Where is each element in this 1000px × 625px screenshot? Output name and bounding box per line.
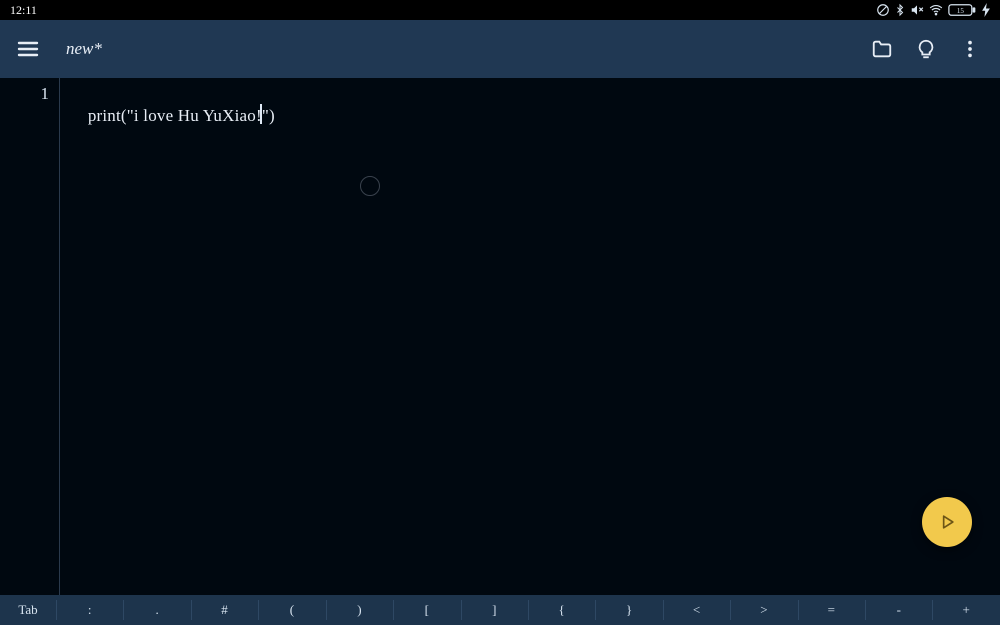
code-editor[interactable]: 1 print("i love Hu YuXiao!") bbox=[0, 78, 1000, 595]
lightbulb-icon bbox=[915, 38, 937, 60]
quick-key-([interactable]: ( bbox=[258, 595, 325, 625]
code-area[interactable]: print("i love Hu YuXiao!") bbox=[60, 78, 1000, 595]
text-caret bbox=[260, 104, 262, 124]
run-button[interactable] bbox=[922, 497, 972, 547]
quick-key-:[interactable]: : bbox=[56, 595, 123, 625]
menu-button[interactable] bbox=[8, 29, 48, 69]
quick-key--[interactable]: - bbox=[865, 595, 932, 625]
quick-key-+[interactable]: + bbox=[932, 595, 999, 625]
battery-icon: 15 bbox=[948, 3, 978, 17]
status-time: 12:11 bbox=[10, 3, 37, 18]
quick-key->[interactable]: > bbox=[730, 595, 797, 625]
battery-percent-text: 15 bbox=[957, 7, 965, 15]
more-vert-icon bbox=[959, 38, 981, 60]
idea-button[interactable] bbox=[904, 27, 948, 71]
app-bar: new* bbox=[0, 20, 1000, 78]
quick-key-[[interactable]: [ bbox=[393, 595, 460, 625]
mute-icon bbox=[910, 3, 924, 17]
quick-key-)[interactable]: ) bbox=[326, 595, 393, 625]
code-line: print("i love Hu YuXiao!") bbox=[88, 106, 275, 125]
nosign-icon bbox=[876, 3, 890, 17]
status-right-cluster: 15 bbox=[876, 3, 990, 17]
touch-indicator bbox=[360, 176, 380, 196]
folder-icon bbox=[871, 38, 893, 60]
quick-key-#[interactable]: # bbox=[191, 595, 258, 625]
status-bar: 12:11 15 bbox=[0, 0, 1000, 20]
open-folder-button[interactable] bbox=[860, 27, 904, 71]
hamburger-icon bbox=[16, 37, 40, 61]
quick-key-{[interactable]: { bbox=[528, 595, 595, 625]
wifi-icon bbox=[928, 3, 944, 17]
quick-key-}[interactable]: } bbox=[595, 595, 662, 625]
quick-key-=[interactable]: = bbox=[798, 595, 865, 625]
file-title: new* bbox=[66, 39, 102, 59]
quick-key-.[interactable]: . bbox=[123, 595, 190, 625]
bluetooth-icon bbox=[894, 3, 906, 17]
line-number: 1 bbox=[0, 84, 49, 104]
quick-key-row: Tab:.#()[]{}<>=-+ bbox=[0, 595, 1000, 625]
quick-key-<[interactable]: < bbox=[663, 595, 730, 625]
charging-icon bbox=[982, 3, 990, 17]
more-button[interactable] bbox=[948, 27, 992, 71]
quick-key-][interactable]: ] bbox=[461, 595, 528, 625]
play-icon bbox=[937, 512, 957, 532]
quick-key-tab[interactable]: Tab bbox=[0, 595, 56, 625]
line-gutter: 1 bbox=[0, 78, 60, 595]
